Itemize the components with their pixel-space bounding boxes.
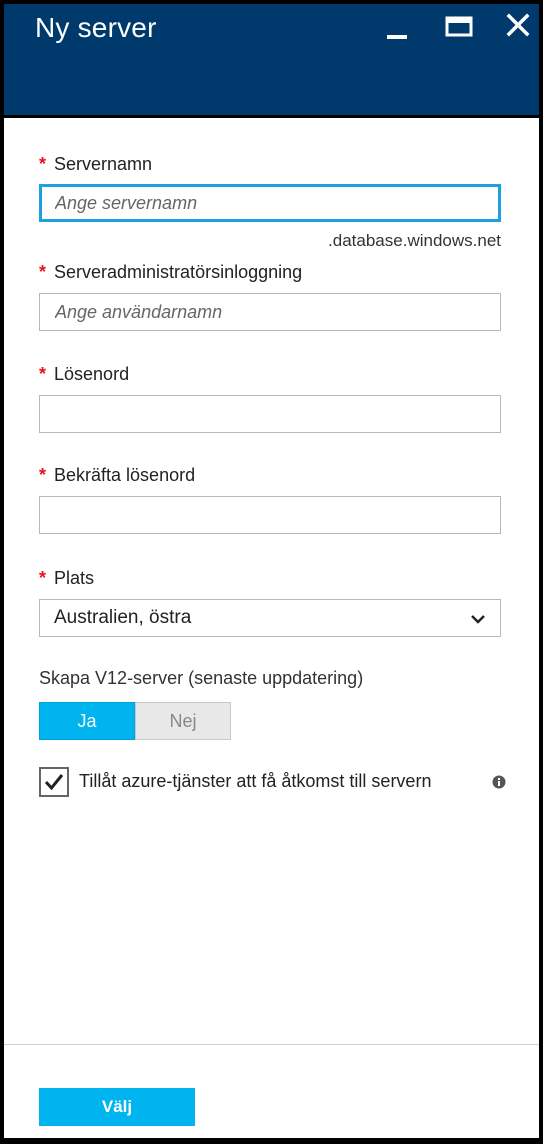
location-label: * Plats [39, 568, 95, 588]
checkmark-icon [44, 774, 64, 791]
allow-azure-label: Tillåt azure-tjänster att få åtkomst til… [79, 771, 432, 791]
chevron-down-icon [470, 612, 486, 624]
password-input[interactable] [39, 395, 501, 433]
required-marker: * [39, 364, 47, 384]
footer-divider [4, 1044, 539, 1045]
required-marker: * [39, 465, 47, 485]
allow-azure-checkbox[interactable] [39, 767, 69, 797]
password-label: * Lösenord [39, 364, 130, 384]
new-server-blade: Ny server *Servernamn .database.windows.… [0, 0, 543, 1144]
admin-login-input[interactable] [39, 293, 501, 331]
admin-login-label: * Serveradministratörsinloggning [39, 262, 303, 282]
location-dropdown[interactable]: Australien, östra [39, 599, 501, 637]
server-name-label: * Servernamn [39, 154, 153, 174]
confirm-password-input[interactable] [39, 496, 501, 534]
domain-suffix: .database.windows.net [328, 231, 501, 250]
server-name-input[interactable] [39, 184, 501, 222]
blade-title: Ny server [35, 12, 157, 43]
v12-no-toggle[interactable]: Nej [135, 702, 231, 740]
v12-yes-toggle[interactable]: Ja [39, 702, 135, 740]
select-button[interactable]: Välj [39, 1088, 195, 1126]
required-marker: * [39, 154, 47, 174]
maximize-icon[interactable] [442, 10, 476, 42]
close-icon[interactable] [501, 10, 535, 42]
title-bar: Ny server [4, 4, 539, 118]
confirm-password-label: * Bekräfta lösenord [39, 465, 196, 485]
required-marker: * [39, 568, 47, 588]
minimize-icon[interactable] [381, 10, 415, 42]
required-marker: * [39, 262, 47, 282]
info-icon[interactable] [492, 775, 506, 789]
location-selected-value: Australien, östra [54, 607, 192, 628]
v12-server-label: Skapa V12-server (senaste uppdatering) [39, 668, 364, 688]
